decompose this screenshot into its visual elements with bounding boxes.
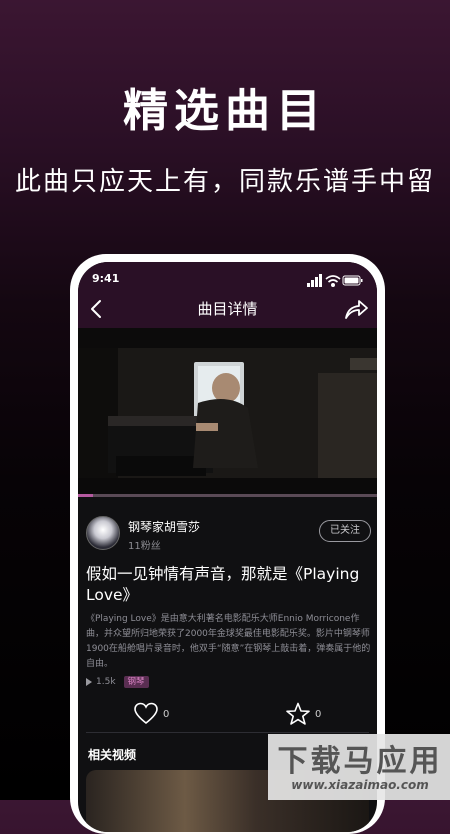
battery-icon: [342, 275, 363, 286]
piece-description: 《Playing Love》是由意大利著名电影配乐大师Ennio Morrico…: [86, 614, 371, 669]
signal-icon: [307, 274, 322, 287]
video-progress[interactable]: [78, 494, 377, 497]
share-icon: [345, 300, 368, 319]
video-player[interactable]: [78, 328, 377, 494]
author-row: 钢琴家胡雪莎 11粉丝 已关注: [86, 516, 371, 552]
nav-bar: 曲目详情: [78, 294, 377, 324]
status-time: 9:41: [92, 272, 120, 285]
favorite-button[interactable]: 0: [285, 702, 321, 728]
play-count-icon: [86, 678, 92, 686]
avatar[interactable]: [86, 516, 120, 550]
top-bar: 9:41 曲目详情: [78, 262, 377, 328]
action-bar: 0 0: [78, 702, 377, 728]
like-button[interactable]: 0: [133, 702, 169, 728]
follow-button[interactable]: 已关注: [319, 520, 371, 542]
status-icons: [307, 274, 363, 288]
promo-subline: 此曲只应天上有，同款乐谱手中留: [14, 167, 435, 197]
watermark-url: www.xiazaimao.com: [291, 778, 429, 792]
watermark-logo: 下载马应用: [277, 744, 443, 779]
star-icon: [286, 702, 310, 725]
divider: [86, 732, 369, 733]
author-name[interactable]: 钢琴家胡雪莎: [128, 518, 200, 535]
wifi-icon: [325, 275, 341, 288]
share-button[interactable]: [343, 296, 369, 322]
video-progress-fill: [78, 494, 93, 497]
fan-count: 11粉丝: [128, 541, 161, 552]
page-title: 曲目详情: [197, 300, 258, 318]
heart-icon: [134, 702, 158, 725]
piece-meta: 1.5k 钢琴: [86, 676, 149, 690]
instrument-tag[interactable]: 钢琴: [123, 676, 149, 688]
piece-title: 假如一见钟情有声音，那就是《Playing Love》: [86, 565, 360, 604]
play-count: 1.5k: [96, 677, 116, 687]
favorite-count: 0: [315, 709, 322, 720]
like-count: 0: [163, 709, 170, 720]
promo-headline: 精选曲目: [122, 84, 327, 137]
status-bar: 9:41: [78, 271, 377, 289]
related-videos-heading: 相关视频: [88, 748, 137, 762]
